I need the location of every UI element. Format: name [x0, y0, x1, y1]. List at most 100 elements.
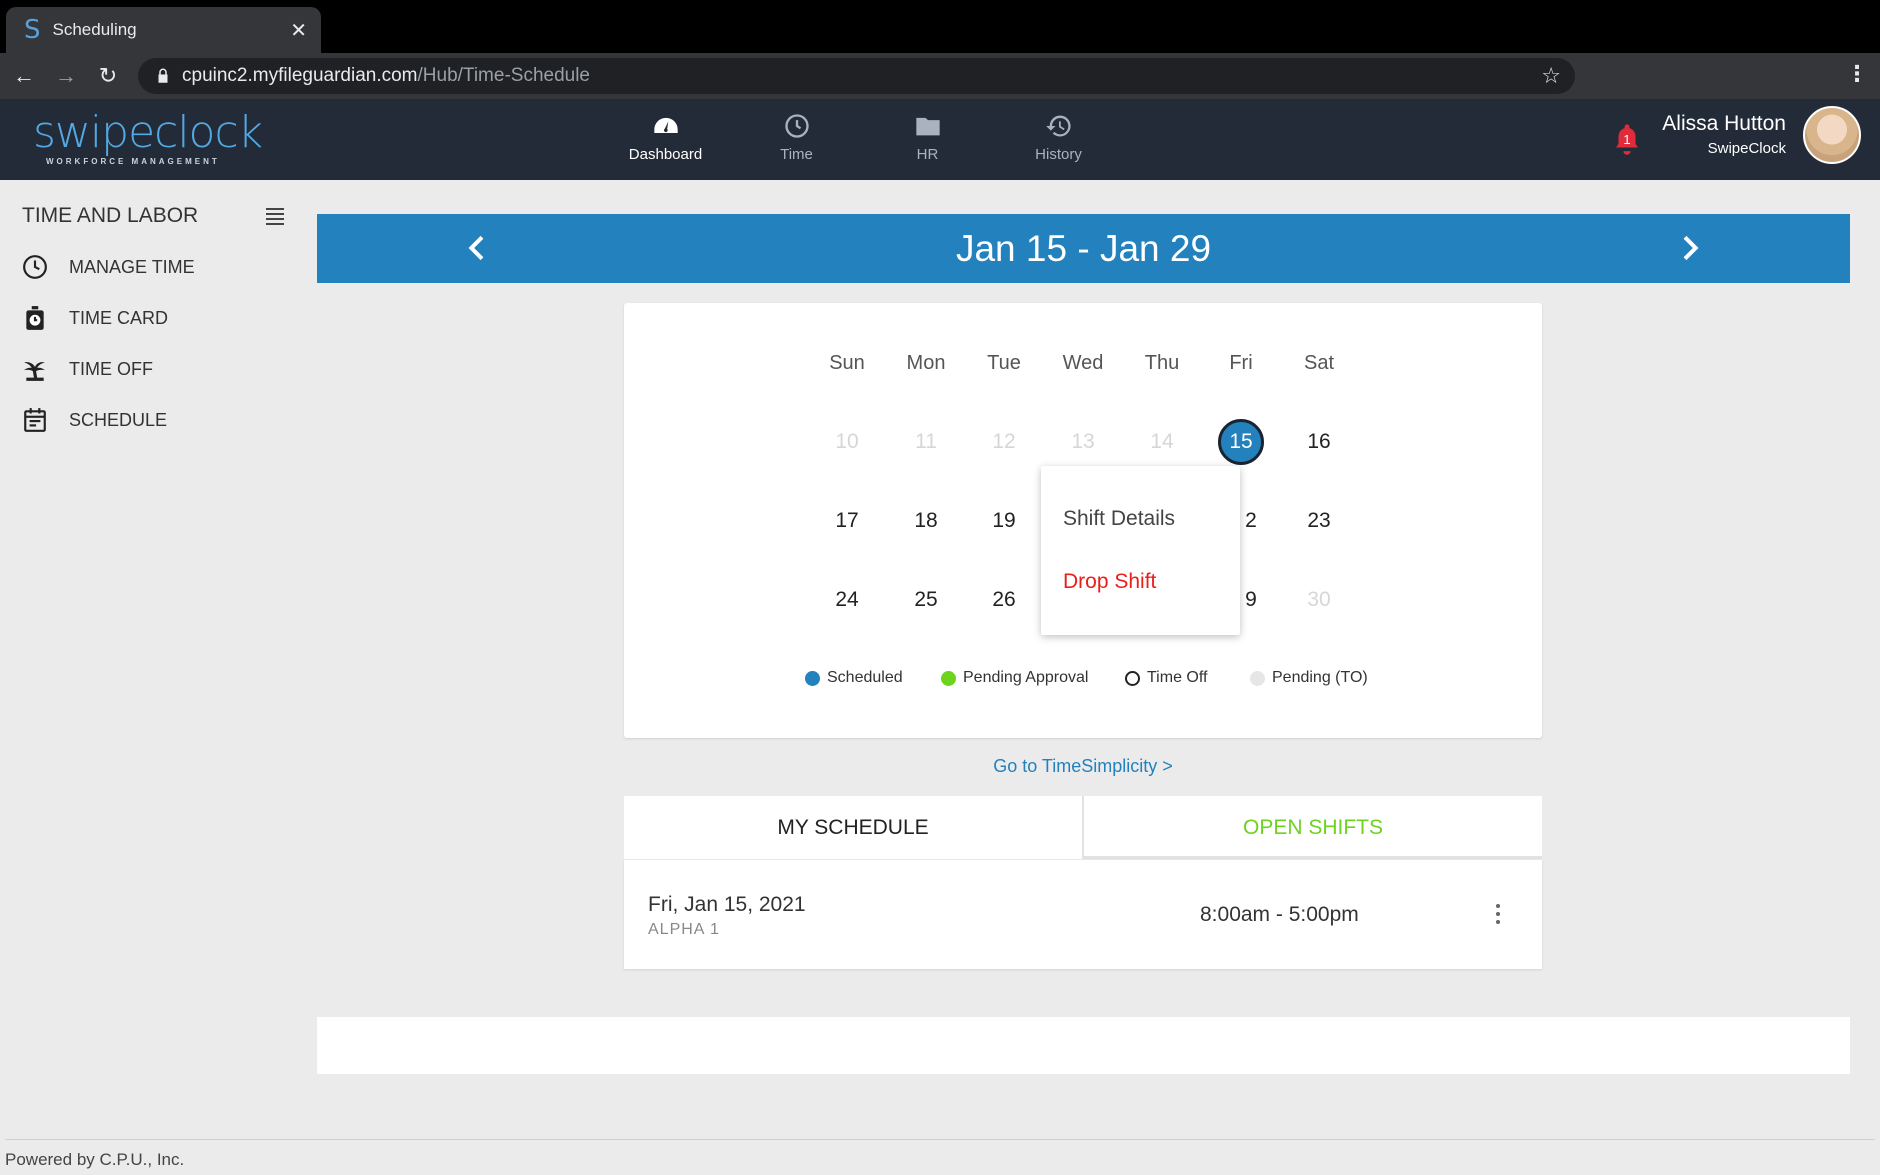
- user-org: SwipeClock: [1662, 140, 1786, 157]
- weekday-sat: Sat: [1289, 352, 1349, 375]
- swipeclock-favicon-icon: S: [24, 17, 41, 43]
- calendar-day-selected[interactable]: 15: [1218, 419, 1264, 465]
- app-header: swipeclock WORKFORCE MANAGEMENT Dashboar…: [0, 99, 1880, 180]
- clock-icon: [22, 254, 48, 280]
- avatar[interactable]: [1803, 106, 1861, 164]
- nav-dashboard[interactable]: Dashboard: [600, 112, 731, 163]
- pending-to-dot-icon: [1250, 671, 1265, 686]
- weekday-mon: Mon: [896, 352, 956, 375]
- calendar-day: 13: [1060, 419, 1106, 465]
- bottom-panel: [317, 1017, 1850, 1074]
- calendar-day[interactable]: 26: [981, 577, 1027, 623]
- shift-location: ALPHA 1: [648, 921, 720, 939]
- sidebar-item-time-card[interactable]: TIME CARD: [22, 305, 168, 331]
- reload-icon[interactable]: ↻: [87, 55, 129, 97]
- lock-icon: [154, 67, 172, 85]
- forward-arrow-icon[interactable]: →: [45, 55, 87, 97]
- weekday-thu: Thu: [1132, 352, 1192, 375]
- calendar-day: 10: [824, 419, 870, 465]
- legend-time-off: Time Off: [1125, 669, 1207, 687]
- sidebar-item-label: TIME OFF: [69, 359, 153, 380]
- calendar-day: 11: [903, 419, 949, 465]
- notification-count: 1: [1623, 132, 1630, 147]
- tab-my-schedule[interactable]: MY SCHEDULE: [624, 796, 1082, 859]
- stopwatch-icon: [22, 305, 48, 331]
- schedule-tabs: MY SCHEDULE OPEN SHIFTS: [624, 796, 1542, 859]
- legend-label: Pending Approval: [963, 669, 1088, 687]
- shift-details-option[interactable]: Shift Details: [1063, 507, 1175, 531]
- legend-pending-approval: Pending Approval: [941, 669, 1088, 687]
- notification-bell-icon[interactable]: 1: [1612, 122, 1642, 156]
- bookmark-star-icon[interactable]: ☆: [1541, 63, 1561, 89]
- logo-subtitle: WORKFORCE MANAGEMENT: [46, 157, 262, 166]
- user-info[interactable]: Alissa Hutton SwipeClock: [1662, 112, 1786, 157]
- calendar-day: 12: [981, 419, 1027, 465]
- browser-tabbar: S Scheduling ✕: [0, 0, 1880, 53]
- sidebar-item-time-off[interactable]: TIME OFF: [22, 356, 153, 382]
- nav-label: Dashboard: [629, 146, 702, 163]
- nav-label: History: [1035, 146, 1082, 163]
- nav-label: HR: [917, 146, 939, 163]
- legend-label: Time Off: [1147, 669, 1207, 687]
- scheduled-dot-icon: [805, 671, 820, 686]
- browser-tab[interactable]: S Scheduling ✕: [6, 7, 321, 53]
- weekday-sun: Sun: [817, 352, 877, 375]
- more-options-icon[interactable]: [1494, 904, 1502, 928]
- legend-scheduled: Scheduled: [805, 669, 903, 687]
- footer-divider: [5, 1139, 1875, 1140]
- tab-title: Scheduling: [53, 20, 291, 40]
- url-host: cpuinc2.myfileguardian.com: [182, 65, 418, 87]
- browser-toolbar: ← → ↻ cpuinc2.myfileguardian.com/Hub/Tim…: [0, 53, 1880, 99]
- sidebar-item-schedule[interactable]: SCHEDULE: [22, 407, 167, 433]
- weekday-wed: Wed: [1053, 352, 1113, 375]
- swipeclock-logo[interactable]: swipeclock WORKFORCE MANAGEMENT: [33, 111, 262, 166]
- back-arrow-icon[interactable]: ←: [3, 55, 45, 97]
- calendar-day[interactable]: 19: [981, 498, 1027, 544]
- drop-shift-option[interactable]: Drop Shift: [1063, 570, 1156, 594]
- calendar-icon: [22, 407, 48, 433]
- shift-row[interactable]: Fri, Jan 15, 2021 ALPHA 1 8:00am - 5:00p…: [624, 859, 1542, 969]
- calendar-day[interactable]: 17: [824, 498, 870, 544]
- legend-label: Scheduled: [827, 669, 903, 687]
- weekday-tue: Tue: [974, 352, 1034, 375]
- shift-time: 8:00am - 5:00pm: [1200, 903, 1359, 927]
- calendar-day[interactable]: 16: [1296, 419, 1342, 465]
- nav-hr[interactable]: HR: [862, 112, 993, 163]
- calendar-day[interactable]: 23: [1296, 498, 1342, 544]
- footer-text: Powered by C.P.U., Inc.: [5, 1150, 184, 1170]
- timesimplicity-link[interactable]: Go to TimeSimplicity >: [624, 756, 1542, 777]
- calendar-day[interactable]: 25: [903, 577, 949, 623]
- nav-time[interactable]: Time: [731, 112, 862, 163]
- next-period-chevron-icon[interactable]: [1673, 232, 1705, 264]
- calendar-day[interactable]: 24: [824, 577, 870, 623]
- sidebar-item-label: TIME CARD: [69, 308, 168, 329]
- dashboard-icon: [652, 112, 680, 140]
- hamburger-menu-icon[interactable]: [266, 208, 284, 228]
- weekday-fri: Fri: [1211, 352, 1271, 375]
- tab-open-shifts[interactable]: OPEN SHIFTS: [1082, 796, 1542, 859]
- url-path: /Hub/Time-Schedule: [418, 65, 590, 87]
- top-nav: Dashboard Time HR History: [600, 112, 1124, 163]
- logo-text: swipeclock: [33, 111, 262, 155]
- time-off-dot-icon: [1125, 671, 1140, 686]
- browser-menu-icon[interactable]: ⋮: [1846, 61, 1868, 87]
- calendar-day: 30: [1296, 577, 1342, 623]
- nav-label: Time: [780, 146, 813, 163]
- sidebar-item-label: SCHEDULE: [69, 410, 167, 431]
- sidebar-item-manage-time[interactable]: MANAGE TIME: [22, 254, 195, 280]
- legend-pending-to: Pending (TO): [1250, 669, 1368, 687]
- nav-history[interactable]: History: [993, 112, 1124, 163]
- sidebar-title: TIME AND LABOR: [22, 204, 198, 228]
- folder-icon: [914, 112, 942, 140]
- history-icon: [1045, 112, 1073, 140]
- address-bar[interactable]: cpuinc2.myfileguardian.com/Hub/Time-Sche…: [138, 58, 1575, 94]
- legend-label: Pending (TO): [1272, 669, 1368, 687]
- clock-icon: [783, 112, 811, 140]
- pending-approval-dot-icon: [941, 671, 956, 686]
- close-tab-icon[interactable]: ✕: [290, 18, 307, 43]
- sidebar-item-label: MANAGE TIME: [69, 257, 195, 278]
- shift-context-menu: Shift Details Drop Shift: [1041, 466, 1240, 635]
- calendar-day: 14: [1139, 419, 1185, 465]
- date-range-banner: Jan 15 - Jan 29: [317, 214, 1850, 283]
- calendar-day[interactable]: 18: [903, 498, 949, 544]
